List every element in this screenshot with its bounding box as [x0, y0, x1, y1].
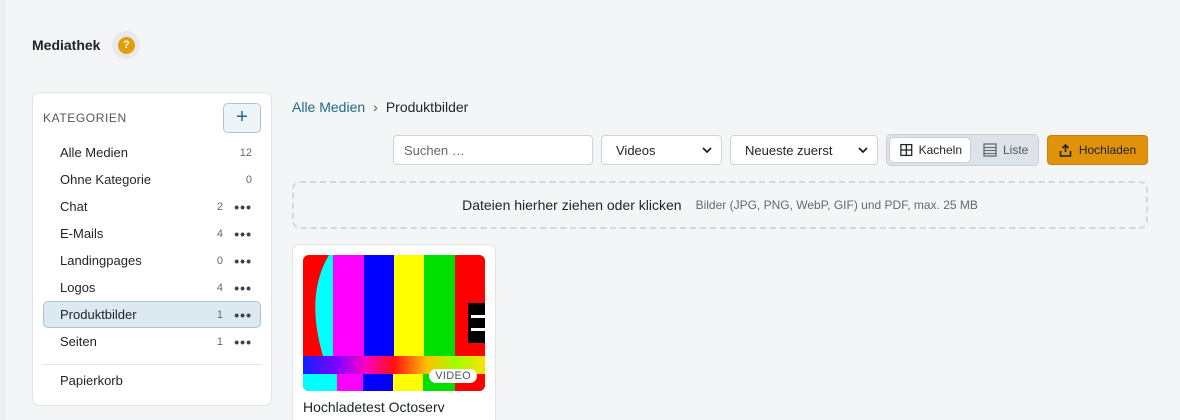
sidebar-item-papierkorb[interactable]: Papierkorb [43, 367, 261, 394]
search-input[interactable] [393, 135, 593, 165]
sidebar-item-seiten[interactable]: Seiten 1 ••• [43, 328, 261, 355]
sidebar-title: KATEGORIEN [43, 111, 127, 125]
view-toggle: Kacheln Liste [886, 134, 1039, 166]
view-tiles-button[interactable]: Kacheln [890, 138, 970, 162]
sidebar-item-label: Landingpages [60, 253, 142, 268]
sidebar-item-landingpages[interactable]: Landingpages 0 ••• [43, 247, 261, 274]
sidebar-item-logos[interactable]: Logos 4 ••• [43, 274, 261, 301]
media-title: Hochladetest Octoserv [303, 399, 445, 415]
sidebar-item-count: 12 [239, 146, 252, 159]
breadcrumb-separator: › [373, 99, 378, 115]
breadcrumb: Alle Medien › Produktbilder [292, 99, 468, 115]
type-filter-select[interactable]: Videos [601, 135, 722, 165]
more-options-icon[interactable]: ••• [234, 308, 252, 322]
sidebar-item-label: E-Mails [60, 226, 104, 241]
sidebar-item-label: Seiten [60, 334, 97, 349]
sidebar-item-count: 1 [216, 308, 223, 321]
category-list: Alle Medien 12 Ohne Kategorie 0 Chat 2 •… [43, 139, 261, 355]
window-edge [0, 0, 6, 420]
page-header: Mediathek ? [32, 31, 141, 59]
sidebar-item-chat[interactable]: Chat 2 ••• [43, 193, 261, 220]
upload-dropzone[interactable]: Dateien hierher ziehen oder klicken Bild… [292, 181, 1148, 229]
sidebar-item-label: Papierkorb [60, 373, 123, 388]
view-list-label: Liste [1003, 143, 1029, 157]
more-options-icon[interactable]: ••• [234, 254, 252, 268]
sidebar-item-label: Logos [60, 280, 96, 295]
dropzone-text: Dateien hierher ziehen oder klicken [462, 197, 682, 213]
sort-value: Neueste zuerst [745, 142, 833, 158]
list-icon [983, 143, 997, 157]
sidebar-item-label: Alle Medien [60, 145, 128, 160]
upload-button[interactable]: Hochladen [1047, 135, 1148, 165]
media-card[interactable]: VIDEO Hochladetest Octoserv [292, 244, 496, 420]
sidebar-item-label: Produktbilder [60, 307, 137, 322]
sidebar-divider [43, 364, 261, 365]
sidebar-item-alle-medien[interactable]: Alle Medien 12 [43, 139, 261, 166]
sidebar-item-count: 2 [216, 200, 223, 213]
upload-icon [1059, 143, 1072, 157]
sidebar-item-count: 0 [245, 173, 252, 186]
help-button[interactable]: ? [112, 31, 141, 59]
video-thumbnail[interactable]: VIDEO [303, 255, 485, 391]
grid-icon [900, 143, 913, 157]
sidebar-item-count: 4 [216, 227, 223, 240]
more-options-icon[interactable]: ••• [234, 227, 252, 241]
help-icon: ? [117, 36, 135, 54]
sidebar-item-ohne-kategorie[interactable]: Ohne Kategorie 0 [43, 166, 261, 193]
dropzone-hint: Bilder (JPG, PNG, WebP, GIF) und PDF, ma… [695, 198, 978, 212]
breadcrumb-current: Produktbilder [385, 99, 469, 115]
type-filter-value: Videos [616, 142, 656, 158]
page-title: Mediathek [32, 37, 101, 53]
chevron-down-icon [702, 147, 712, 154]
more-options-icon[interactable]: ••• [234, 200, 252, 214]
sidebar-header: KATEGORIEN + [43, 103, 261, 133]
breadcrumb-root-link[interactable]: Alle Medien [292, 99, 365, 115]
video-badge: VIDEO [429, 369, 477, 383]
sidebar-item-produktbilder[interactable]: Produktbilder 1 ••• [43, 301, 261, 328]
sort-select[interactable]: Neueste zuerst [730, 135, 878, 165]
sidebar-item-label: Ohne Kategorie [60, 172, 152, 187]
sidebar-item-count: 1 [216, 335, 223, 348]
view-list-button[interactable]: Liste [973, 138, 1036, 162]
sidebar-item-count: 0 [216, 254, 223, 267]
more-options-icon[interactable]: ••• [234, 281, 252, 295]
sidebar-item-label: Chat [60, 199, 88, 214]
sidebar-item-e-mails[interactable]: E-Mails 4 ••• [43, 220, 261, 247]
view-tiles-label: Kacheln [918, 143, 962, 157]
upload-label: Hochladen [1078, 143, 1137, 157]
add-category-button[interactable]: + [223, 103, 261, 133]
category-sidebar: KATEGORIEN + Alle Medien 12 Ohne Kategor… [32, 92, 272, 406]
chevron-down-icon [858, 147, 868, 154]
sidebar-item-papierkorb-wrap: Papierkorb [43, 367, 261, 394]
more-options-icon[interactable]: ••• [234, 335, 252, 349]
sidebar-item-count: 4 [216, 281, 223, 294]
